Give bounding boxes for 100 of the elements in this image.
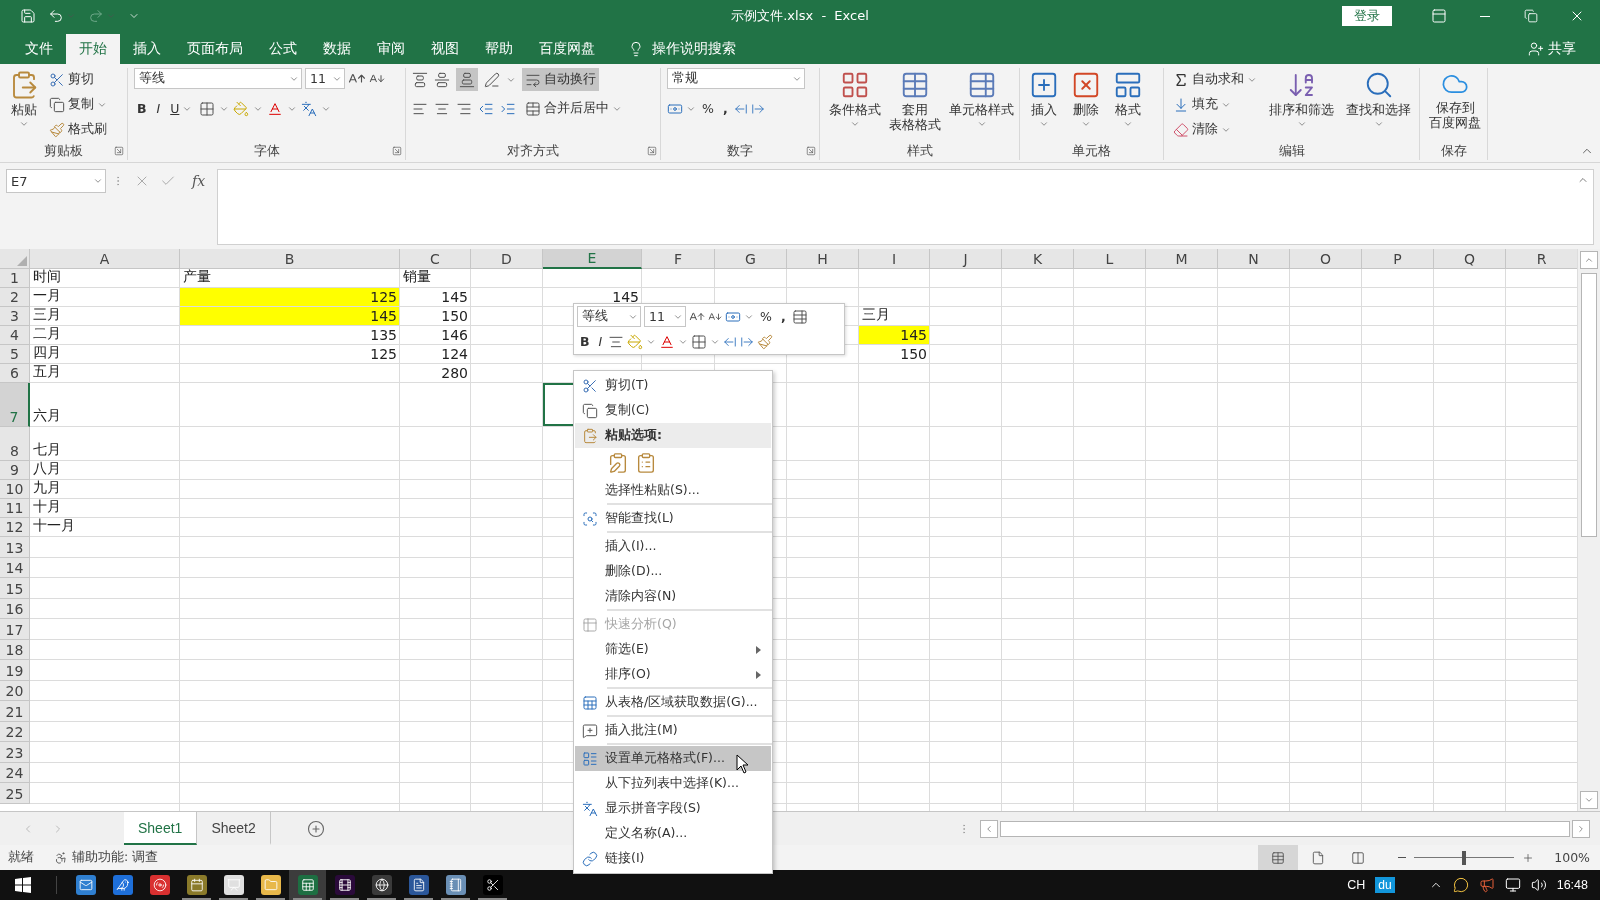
- menu-tab[interactable]: 审阅: [364, 34, 418, 64]
- column-header[interactable]: R: [1506, 249, 1577, 269]
- row-header[interactable]: 24: [0, 762, 30, 783]
- delete-button[interactable]: 删除: [1068, 68, 1104, 131]
- row-header[interactable]: 10: [0, 480, 30, 499]
- menu-tab[interactable]: 公式: [256, 34, 310, 64]
- comma-button[interactable]: ,: [719, 97, 731, 120]
- menu-tab[interactable]: 插入: [120, 34, 174, 64]
- font-name-field[interactable]: 等线: [577, 306, 641, 327]
- sort-filter-button[interactable]: 排序和筛选: [1266, 68, 1337, 131]
- merge-center-button[interactable]: 合并后居中: [522, 97, 625, 120]
- row-header[interactable]: 5: [0, 345, 30, 364]
- scroll-down-button[interactable]: [1580, 791, 1598, 809]
- font-size-field[interactable]: 11: [644, 306, 686, 327]
- row-header[interactable]: 18: [0, 639, 30, 660]
- table-format-button[interactable]: 套用 表格格式: [886, 68, 944, 134]
- menu-tab[interactable]: 文件: [12, 34, 66, 64]
- find-select-button[interactable]: 查找和选择: [1343, 68, 1414, 131]
- menu-item[interactable]: 从下拉列表中选择(K)...: [575, 771, 771, 796]
- column-header[interactable]: N: [1218, 249, 1290, 269]
- conditional-format-button[interactable]: 条件格式: [826, 68, 884, 131]
- comma-button[interactable]: ,: [777, 305, 789, 328]
- row-header[interactable]: 16: [0, 598, 30, 619]
- column-header[interactable]: P: [1362, 249, 1434, 269]
- scroll-right-button[interactable]: [1572, 819, 1590, 838]
- column-header[interactable]: B: [180, 249, 400, 269]
- menu-item[interactable]: 从表格/区域获取数据(G)...: [575, 690, 771, 715]
- menu-item[interactable]: 选择性粘贴(S)...: [575, 478, 771, 503]
- format-button[interactable]: 格式: [1110, 68, 1146, 131]
- column-header[interactable]: O: [1290, 249, 1362, 269]
- column-header[interactable]: D: [471, 249, 543, 269]
- row-header[interactable]: 2: [0, 288, 30, 307]
- scroll-left-button[interactable]: [980, 819, 998, 838]
- normal-view-button[interactable]: [1258, 845, 1299, 870]
- wrap-text-button[interactable]: 自动换行: [522, 68, 599, 91]
- row-header[interactable]: 12: [0, 518, 30, 537]
- column-header[interactable]: C: [400, 249, 471, 269]
- column-header[interactable]: F: [642, 249, 715, 269]
- column-header[interactable]: Q: [1434, 249, 1506, 269]
- row-header[interactable]: 25: [0, 783, 30, 804]
- row-header[interactable]: 22: [0, 721, 30, 742]
- column-header[interactable]: G: [715, 249, 787, 269]
- row-header[interactable]: 15: [0, 578, 30, 599]
- column-header[interactable]: J: [930, 249, 1002, 269]
- scrollbar-thumb[interactable]: [1581, 273, 1597, 537]
- clear-button[interactable]: 清除: [1170, 118, 1260, 141]
- sheet-tab[interactable]: Sheet1: [124, 812, 198, 845]
- column-header[interactable]: L: [1074, 249, 1146, 269]
- formula-field[interactable]: [217, 169, 1594, 245]
- row-header[interactable]: 23: [0, 742, 30, 763]
- percent-button[interactable]: %: [699, 97, 717, 120]
- menu-item[interactable]: 链接(I): [575, 846, 771, 871]
- menu-tab[interactable]: 页面布局: [174, 34, 256, 64]
- cut-button[interactable]: 剪切: [46, 68, 110, 91]
- menu-item[interactable]: 插入(I)...: [575, 534, 771, 559]
- format-painter-button[interactable]: 格式刷: [46, 118, 110, 141]
- zoom-slider-thumb[interactable]: [1462, 850, 1467, 865]
- menu-item[interactable]: 定义名称(A)...: [575, 821, 771, 846]
- bold-button[interactable]: B: [577, 330, 593, 353]
- menu-tab[interactable]: 百度网盘: [526, 34, 608, 64]
- font-name-field[interactable]: 等线: [134, 68, 302, 89]
- row-header[interactable]: 17: [0, 619, 30, 640]
- row-header[interactable]: 13: [0, 537, 30, 558]
- menu-item[interactable]: 插入批注(M): [575, 718, 771, 743]
- menu-item[interactable]: 清除内容(N): [575, 584, 771, 609]
- italic-button[interactable]: I: [153, 97, 164, 120]
- clock[interactable]: 16:48: [1556, 878, 1588, 892]
- bold-button[interactable]: B: [134, 97, 150, 120]
- row-header[interactable]: 8: [0, 427, 30, 461]
- copy-button[interactable]: 复制: [46, 93, 110, 116]
- column-header[interactable]: M: [1146, 249, 1218, 269]
- column-header[interactable]: K: [1002, 249, 1074, 269]
- underline-button[interactable]: U: [167, 97, 196, 120]
- menu-item[interactable]: 剪切(T): [575, 373, 771, 398]
- column-header[interactable]: A: [30, 249, 180, 269]
- menu-item[interactable]: 筛选(E): [575, 637, 771, 662]
- row-header[interactable]: 3: [0, 307, 30, 326]
- menu-item[interactable]: 排序(O): [575, 662, 771, 687]
- row-header[interactable]: 1: [0, 269, 30, 288]
- column-header[interactable]: H: [787, 249, 859, 269]
- accessibility-status[interactable]: 辅助功能: 调查: [72, 849, 159, 866]
- insert-button[interactable]: 插入: [1026, 68, 1062, 131]
- paste-button[interactable]: 粘贴: [6, 68, 42, 131]
- row-header[interactable]: 11: [0, 499, 30, 518]
- scroll-up-button[interactable]: [1580, 251, 1598, 269]
- menu-tab[interactable]: 帮助: [472, 34, 526, 64]
- menu-item[interactable]: 复制(C): [575, 398, 771, 423]
- autosum-button[interactable]: 自动求和: [1170, 68, 1260, 91]
- fill-button[interactable]: 填充: [1170, 93, 1260, 116]
- save-to-cloud-button[interactable]: 保存到 百度网盘: [1426, 68, 1484, 132]
- input-method[interactable]: CH: [1347, 878, 1366, 892]
- column-header[interactable]: E: [543, 249, 642, 269]
- sign-in-button[interactable]: 登录: [1342, 6, 1392, 26]
- row-header[interactable]: 19: [0, 660, 30, 681]
- share-button[interactable]: 共享: [1522, 34, 1582, 64]
- percent-button[interactable]: %: [757, 305, 775, 328]
- menu-item[interactable]: 删除(D)...: [575, 559, 771, 584]
- tell-me-button[interactable]: 操作说明搜索: [622, 34, 742, 64]
- menu-tab[interactable]: 数据: [310, 34, 364, 64]
- cell-styles-button[interactable]: 单元格样式: [946, 68, 1017, 131]
